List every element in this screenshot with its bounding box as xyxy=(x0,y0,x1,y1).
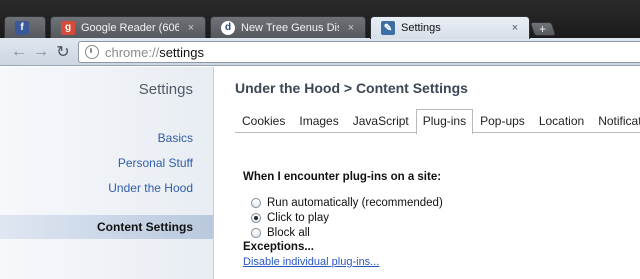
option-label: Block all xyxy=(267,227,310,239)
close-icon[interactable]: × xyxy=(41,22,45,34)
option-label: Run automatically (recommended) xyxy=(267,197,443,209)
sidebar-item-under-the-hood[interactable]: Under the Hood xyxy=(108,181,193,195)
tab-strip: f × g Google Reader (606) × d New Tree G… xyxy=(0,0,640,39)
plus-icon: + xyxy=(539,22,547,36)
close-icon[interactable]: × xyxy=(185,22,197,34)
discover-icon: d xyxy=(221,20,235,35)
url-host: settings xyxy=(159,44,204,60)
tab-javascript[interactable]: JavaScript xyxy=(346,109,416,133)
toolbar: ← → ↻ chrome://settings xyxy=(0,38,640,66)
tab-pop-ups[interactable]: Pop-ups xyxy=(473,109,532,133)
option-click-to-play[interactable]: Click to play xyxy=(251,212,329,224)
content-pane: Under the Hood > Content Settings Cookie… xyxy=(215,67,640,279)
back-button[interactable]: ← xyxy=(8,41,30,63)
content-tabs: Cookies Images JavaScript Plug-ins Pop-u… xyxy=(235,109,640,134)
sidebar-title: Settings xyxy=(138,81,193,98)
tab-title: Google Reader (606) xyxy=(81,21,179,34)
settings-sidebar: Settings Basics Personal Stuff Under the… xyxy=(0,67,214,279)
sidebar-item-basics[interactable]: Basics xyxy=(158,131,193,145)
tab-title: Settings xyxy=(401,22,441,34)
tab-location[interactable]: Location xyxy=(532,109,591,133)
tab-title: New Tree Genus Discover... xyxy=(241,21,339,34)
tab-settings[interactable]: ✎ Settings × xyxy=(370,16,530,39)
sidebar-item-personal-stuff[interactable]: Personal Stuff xyxy=(118,156,193,170)
page-icon xyxy=(85,45,99,59)
url-scheme: chrome:// xyxy=(105,44,160,60)
section-label: When I encounter plug-ins on a site: xyxy=(243,171,442,183)
radio-button[interactable] xyxy=(251,228,261,238)
tab-plug-ins[interactable]: Plug-ins xyxy=(415,109,474,134)
radio-button-checked[interactable] xyxy=(251,213,261,223)
close-icon[interactable]: × xyxy=(509,22,521,34)
wrench-icon: ✎ xyxy=(381,21,395,35)
forward-button[interactable]: → xyxy=(30,41,52,63)
tab-images[interactable]: Images xyxy=(292,109,345,133)
tab-facebook[interactable]: f × xyxy=(4,16,46,38)
reload-button[interactable]: ↻ xyxy=(52,41,74,63)
option-label: Click to play xyxy=(267,212,329,224)
option-block-all[interactable]: Block all xyxy=(251,227,310,239)
tab-new-tree-genus[interactable]: d New Tree Genus Discover... × xyxy=(210,16,366,38)
new-tab-button[interactable]: + xyxy=(529,22,557,36)
tab-cookies[interactable]: Cookies xyxy=(235,109,292,133)
tab-notifications[interactable]: Notifications xyxy=(591,109,640,133)
address-bar[interactable]: chrome://settings xyxy=(78,41,640,63)
disable-plugins-link[interactable]: Disable individual plug-ins... xyxy=(243,256,379,268)
close-icon[interactable]: × xyxy=(345,22,357,34)
reload-icon: ↻ xyxy=(56,43,70,61)
sidebar-item-content-settings[interactable]: Content Settings xyxy=(0,215,213,239)
radio-button[interactable] xyxy=(251,198,261,208)
facebook-icon: f xyxy=(15,20,29,35)
tab-google-reader[interactable]: g Google Reader (606) × xyxy=(50,16,206,38)
exceptions-heading: Exceptions... xyxy=(243,241,314,253)
forward-arrow-icon: → xyxy=(33,42,49,60)
page-title: Under the Hood > Content Settings xyxy=(235,80,468,96)
back-arrow-icon: ← xyxy=(11,42,27,60)
google-reader-icon: g xyxy=(61,20,75,35)
option-run-automatically[interactable]: Run automatically (recommended) xyxy=(251,197,443,209)
